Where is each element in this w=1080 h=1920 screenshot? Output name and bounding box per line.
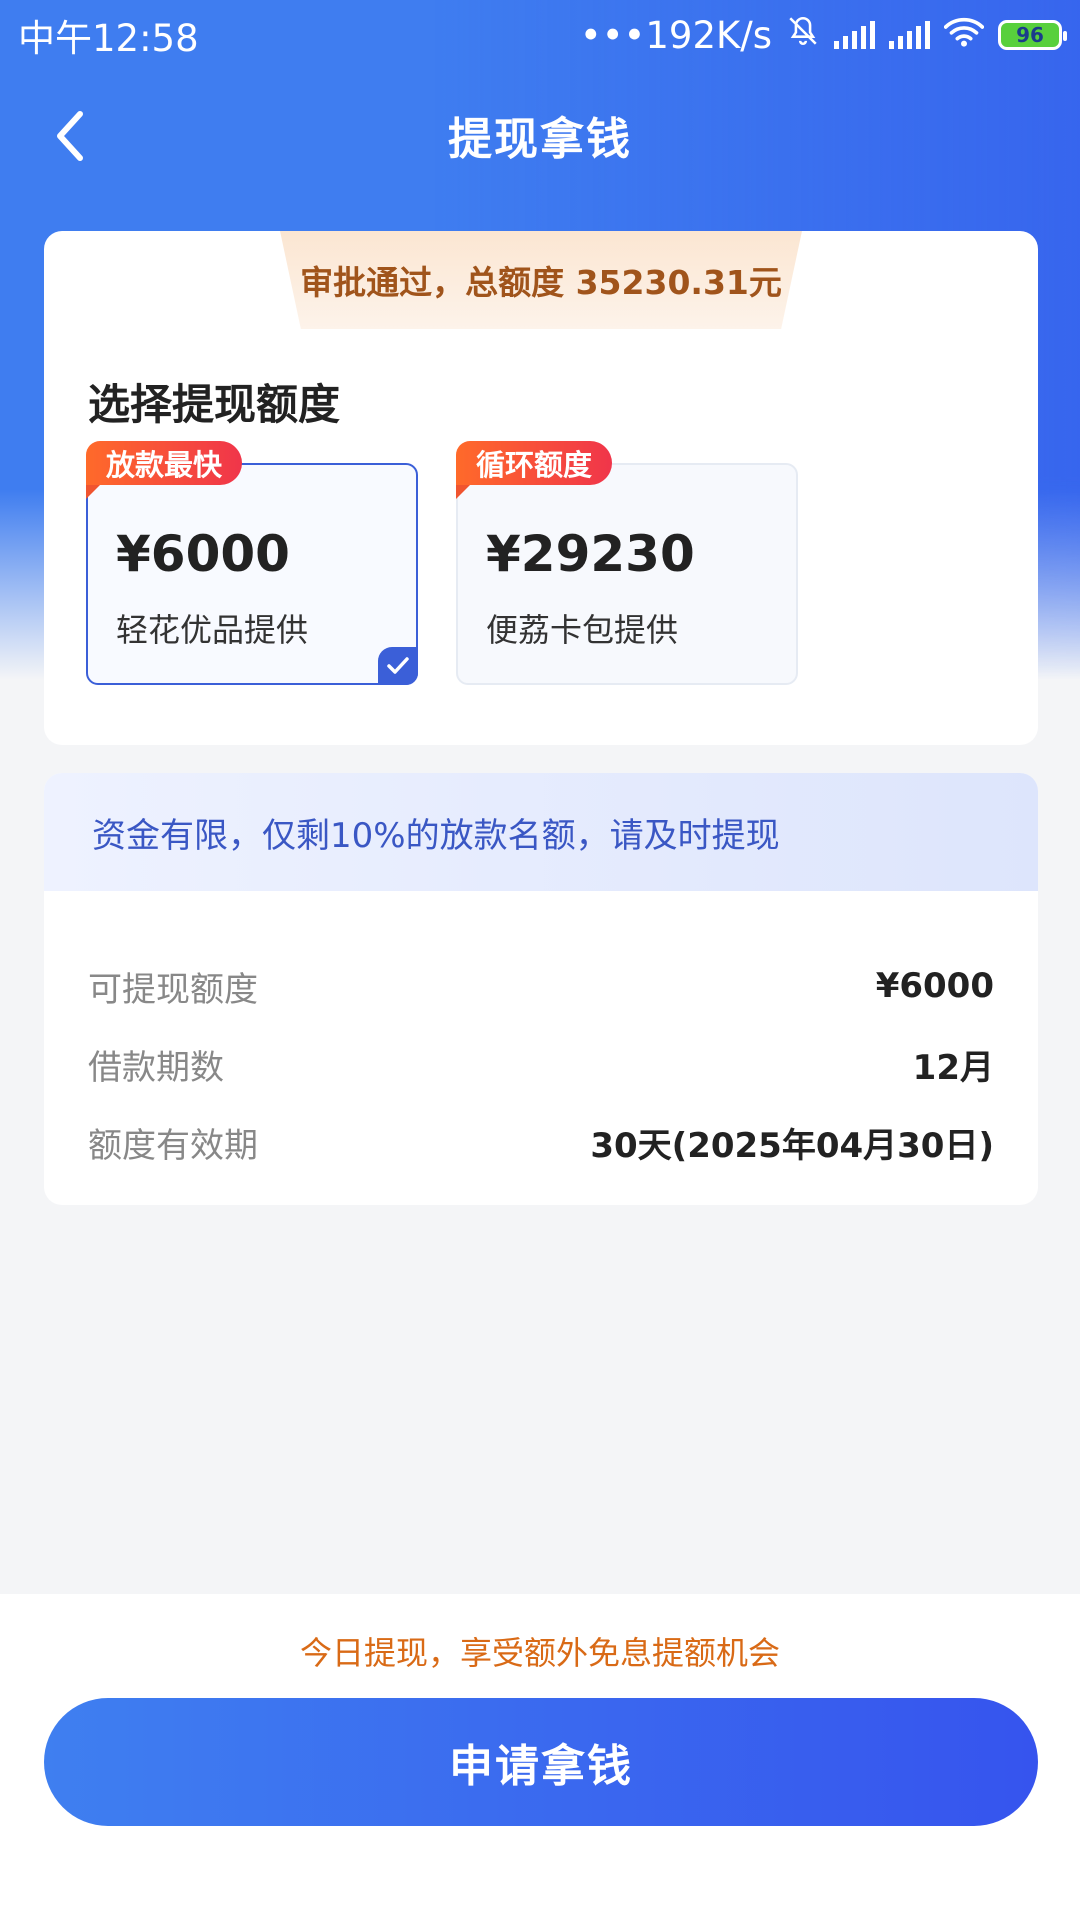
notice-banner: 资金有限，仅剩10%的放款名额，请及时提现: [44, 773, 1038, 891]
signal-icon: [889, 21, 930, 49]
network-speed: •••192K/s: [579, 13, 772, 57]
status-bar: 中午12:58 •••192K/s 96: [0, 0, 1080, 70]
detail-row: 借款期数 12月: [88, 1025, 994, 1103]
amount-option-revolving[interactable]: 循环额度 ¥29230 便荔卡包提供: [456, 441, 798, 685]
section-title: 选择提现额度: [88, 380, 341, 429]
status-indicators: •••192K/s 96: [579, 13, 1067, 57]
nav-bar: 提现拿钱: [0, 90, 1080, 180]
option-badge: 循环额度: [456, 441, 613, 499]
promo-text: 今日提现，享受额外免息提额机会: [299, 1634, 780, 1672]
detail-label: 借款期数: [88, 1047, 224, 1088]
option-amount: ¥29230: [486, 525, 695, 583]
amount-selection-card: 审批通过，总额度 35230.31元 选择提现额度 放款最快 ¥6000 轻花优…: [44, 231, 1038, 745]
detail-label: 可提现额度: [88, 969, 258, 1010]
battery-icon: 96: [998, 20, 1067, 50]
status-time: 中午12:58: [18, 17, 199, 60]
detail-row: 可提现额度 ¥6000: [88, 947, 994, 1025]
chevron-left-icon[interactable]: [50, 108, 106, 164]
details-card: 资金有限，仅剩10%的放款名额，请及时提现 可提现额度 ¥6000 借款期数 1…: [44, 773, 1038, 1205]
mute-icon: [786, 14, 820, 57]
apply-button[interactable]: 申请拿钱: [44, 1698, 1038, 1826]
option-provider: 轻花优品提供: [116, 611, 309, 649]
detail-label: 额度有效期: [88, 1125, 258, 1166]
signal-icon: [834, 21, 875, 49]
bottom-bar: 今日提现，享受额外免息提额机会 申请拿钱: [0, 1594, 1080, 1920]
check-icon: [378, 647, 418, 685]
page-title: 提现拿钱: [448, 114, 632, 165]
detail-value: 30天(2025年04月30日): [590, 1125, 994, 1166]
amount-option-fast[interactable]: 放款最快 ¥6000 轻花优品提供: [86, 441, 418, 685]
option-provider: 便荔卡包提供: [486, 611, 679, 649]
detail-value: ¥6000: [875, 966, 994, 1006]
notice-text: 资金有限，仅剩10%的放款名额，请及时提现: [92, 815, 780, 856]
wifi-icon: [943, 14, 985, 57]
detail-list: 可提现额度 ¥6000 借款期数 12月 额度有效期 30天(2025年04月3…: [44, 891, 1038, 1181]
detail-row: 额度有效期 30天(2025年04月30日): [88, 1103, 994, 1181]
detail-value: 12月: [912, 1047, 994, 1088]
approval-text: 审批通过，总额度 35230.31元: [300, 263, 782, 302]
option-amount: ¥6000: [116, 525, 290, 583]
approval-banner: 审批通过，总额度 35230.31元: [280, 231, 802, 329]
option-badge: 放款最快: [86, 441, 243, 499]
